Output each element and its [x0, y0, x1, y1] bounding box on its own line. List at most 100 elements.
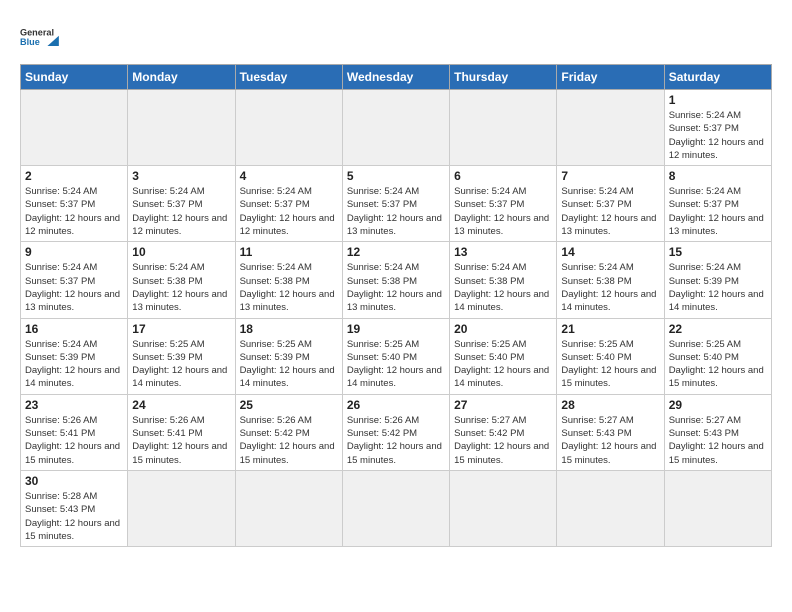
calendar-week-6: 30Sunrise: 5:28 AMSunset: 5:43 PMDayligh… — [21, 470, 772, 546]
day-number: 26 — [347, 398, 445, 412]
day-info: Sunrise: 5:25 AMSunset: 5:40 PMDaylight:… — [454, 338, 552, 391]
day-info: Sunrise: 5:24 AMSunset: 5:37 PMDaylight:… — [669, 109, 767, 162]
day-info: Sunrise: 5:25 AMSunset: 5:40 PMDaylight:… — [347, 338, 445, 391]
day-number: 10 — [132, 245, 230, 259]
calendar-cell: 24 Sunrise: 5:26 AMSunset: 5:41 PMDayligh… — [128, 394, 235, 470]
day-info: Sunrise: 5:24 AMSunset: 5:37 PMDaylight:… — [561, 185, 659, 238]
calendar-cell: 18 Sunrise: 5:25 AMSunset: 5:39 PMDayligh… — [235, 318, 342, 394]
calendar-cell: 13Sunrise: 5:24 AMSunset: 5:38 PMDayligh… — [450, 242, 557, 318]
calendar-cell: 20 Sunrise: 5:25 AMSunset: 5:40 PMDayligh… — [450, 318, 557, 394]
weekday-header-tuesday: Tuesday — [235, 65, 342, 90]
day-info: Sunrise: 5:24 AMSunset: 5:38 PMDaylight:… — [561, 261, 659, 314]
day-info: Sunrise: 5:24 AMSunset: 5:37 PMDaylight:… — [454, 185, 552, 238]
calendar-cell: 29Sunrise: 5:27 AMSunset: 5:43 PMDayligh… — [664, 394, 771, 470]
calendar-cell: 16 Sunrise: 5:24 AMSunset: 5:39 PMDayligh… — [21, 318, 128, 394]
calendar-cell: 26 Sunrise: 5:26 AMSunset: 5:42 PMDayligh… — [342, 394, 449, 470]
day-number: 24 — [132, 398, 230, 412]
day-info: Sunrise: 5:27 AMSunset: 5:42 PMDaylight:… — [454, 414, 552, 467]
day-info: Sunrise: 5:25 AMSunset: 5:39 PMDaylight:… — [132, 338, 230, 391]
calendar-week-3: 9 Sunrise: 5:24 AMSunset: 5:37 PMDaylight… — [21, 242, 772, 318]
weekday-header-thursday: Thursday — [450, 65, 557, 90]
calendar-cell: 7 Sunrise: 5:24 AMSunset: 5:37 PMDaylight… — [557, 166, 664, 242]
calendar-cell: 23Sunrise: 5:26 AMSunset: 5:41 PMDayligh… — [21, 394, 128, 470]
day-number: 7 — [561, 169, 659, 183]
calendar-table: SundayMondayTuesdayWednesdayThursdayFrid… — [20, 64, 772, 547]
svg-text:General: General — [20, 28, 54, 38]
calendar-cell: 14 Sunrise: 5:24 AMSunset: 5:38 PMDayligh… — [557, 242, 664, 318]
generalblue-logo-icon: General Blue — [20, 20, 60, 56]
calendar-cell: 6 Sunrise: 5:24 AMSunset: 5:37 PMDaylight… — [450, 166, 557, 242]
day-number: 17 — [132, 322, 230, 336]
calendar-cell: 28Sunrise: 5:27 AMSunset: 5:43 PMDayligh… — [557, 394, 664, 470]
calendar-cell — [235, 90, 342, 166]
calendar-cell: 9 Sunrise: 5:24 AMSunset: 5:37 PMDaylight… — [21, 242, 128, 318]
calendar-cell — [128, 470, 235, 546]
calendar-cell — [342, 90, 449, 166]
header: General Blue — [20, 16, 772, 56]
day-number: 27 — [454, 398, 552, 412]
day-info: Sunrise: 5:26 AMSunset: 5:42 PMDaylight:… — [347, 414, 445, 467]
calendar-cell: 8 Sunrise: 5:24 AMSunset: 5:37 PMDaylight… — [664, 166, 771, 242]
calendar-cell: 19 Sunrise: 5:25 AMSunset: 5:40 PMDayligh… — [342, 318, 449, 394]
calendar-cell: 22 Sunrise: 5:25 AMSunset: 5:40 PMDayligh… — [664, 318, 771, 394]
calendar-cell — [235, 470, 342, 546]
calendar-cell: 3 Sunrise: 5:24 AMSunset: 5:37 PMDaylight… — [128, 166, 235, 242]
calendar-cell: 11Sunrise: 5:24 AMSunset: 5:38 PMDayligh… — [235, 242, 342, 318]
calendar-cell: 30Sunrise: 5:28 AMSunset: 5:43 PMDayligh… — [21, 470, 128, 546]
calendar-cell — [450, 90, 557, 166]
day-number: 9 — [25, 245, 123, 259]
day-number: 3 — [132, 169, 230, 183]
calendar-cell: 10 Sunrise: 5:24 AMSunset: 5:38 PMDayligh… — [128, 242, 235, 318]
calendar-cell — [557, 90, 664, 166]
calendar-cell: 17 Sunrise: 5:25 AMSunset: 5:39 PMDayligh… — [128, 318, 235, 394]
day-number: 14 — [561, 245, 659, 259]
day-info: Sunrise: 5:27 AMSunset: 5:43 PMDaylight:… — [669, 414, 767, 467]
day-info: Sunrise: 5:24 AMSunset: 5:38 PMDaylight:… — [347, 261, 445, 314]
calendar-cell: 15 Sunrise: 5:24 AMSunset: 5:39 PMDayligh… — [664, 242, 771, 318]
day-info: Sunrise: 5:24 AMSunset: 5:37 PMDaylight:… — [132, 185, 230, 238]
calendar-cell: 27 Sunrise: 5:27 AMSunset: 5:42 PMDayligh… — [450, 394, 557, 470]
day-number: 2 — [25, 169, 123, 183]
day-number: 19 — [347, 322, 445, 336]
day-number: 18 — [240, 322, 338, 336]
day-info: Sunrise: 5:25 AMSunset: 5:40 PMDaylight:… — [669, 338, 767, 391]
weekday-header-saturday: Saturday — [664, 65, 771, 90]
calendar-cell — [664, 470, 771, 546]
day-info: Sunrise: 5:24 AMSunset: 5:39 PMDaylight:… — [25, 338, 123, 391]
day-number: 15 — [669, 245, 767, 259]
day-info: Sunrise: 5:26 AMSunset: 5:41 PMDaylight:… — [132, 414, 230, 467]
calendar-cell: 25Sunrise: 5:26 AMSunset: 5:42 PMDayligh… — [235, 394, 342, 470]
day-info: Sunrise: 5:25 AMSunset: 5:40 PMDaylight:… — [561, 338, 659, 391]
calendar-body: 1Sunrise: 5:24 AMSunset: 5:37 PMDaylight… — [21, 90, 772, 547]
day-info: Sunrise: 5:24 AMSunset: 5:38 PMDaylight:… — [132, 261, 230, 314]
day-info: Sunrise: 5:24 AMSunset: 5:39 PMDaylight:… — [669, 261, 767, 314]
calendar-cell: 4Sunrise: 5:24 AMSunset: 5:37 PMDaylight… — [235, 166, 342, 242]
day-number: 6 — [454, 169, 552, 183]
calendar-cell: 1Sunrise: 5:24 AMSunset: 5:37 PMDaylight… — [664, 90, 771, 166]
day-number: 20 — [454, 322, 552, 336]
day-number: 25 — [240, 398, 338, 412]
day-info: Sunrise: 5:25 AMSunset: 5:39 PMDaylight:… — [240, 338, 338, 391]
day-number: 11 — [240, 245, 338, 259]
calendar-cell — [21, 90, 128, 166]
weekday-header-row: SundayMondayTuesdayWednesdayThursdayFrid… — [21, 65, 772, 90]
day-number: 8 — [669, 169, 767, 183]
day-number: 22 — [669, 322, 767, 336]
day-number: 5 — [347, 169, 445, 183]
calendar-cell: 5 Sunrise: 5:24 AMSunset: 5:37 PMDaylight… — [342, 166, 449, 242]
calendar-cell: 2Sunrise: 5:24 AMSunset: 5:37 PMDaylight… — [21, 166, 128, 242]
day-info: Sunrise: 5:24 AMSunset: 5:37 PMDaylight:… — [669, 185, 767, 238]
svg-text:Blue: Blue — [20, 37, 40, 47]
day-number: 23 — [25, 398, 123, 412]
weekday-header-sunday: Sunday — [21, 65, 128, 90]
day-info: Sunrise: 5:24 AMSunset: 5:37 PMDaylight:… — [347, 185, 445, 238]
day-number: 16 — [25, 322, 123, 336]
day-info: Sunrise: 5:24 AMSunset: 5:37 PMDaylight:… — [25, 261, 123, 314]
day-info: Sunrise: 5:28 AMSunset: 5:43 PMDaylight:… — [25, 490, 123, 543]
calendar-cell — [128, 90, 235, 166]
day-number: 21 — [561, 322, 659, 336]
day-info: Sunrise: 5:24 AMSunset: 5:38 PMDaylight:… — [454, 261, 552, 314]
calendar-week-5: 23 Sunrise: 5:26 AMSunset: 5:41 PMDayligh… — [21, 394, 772, 470]
day-number: 4 — [240, 169, 338, 183]
day-number: 28 — [561, 398, 659, 412]
